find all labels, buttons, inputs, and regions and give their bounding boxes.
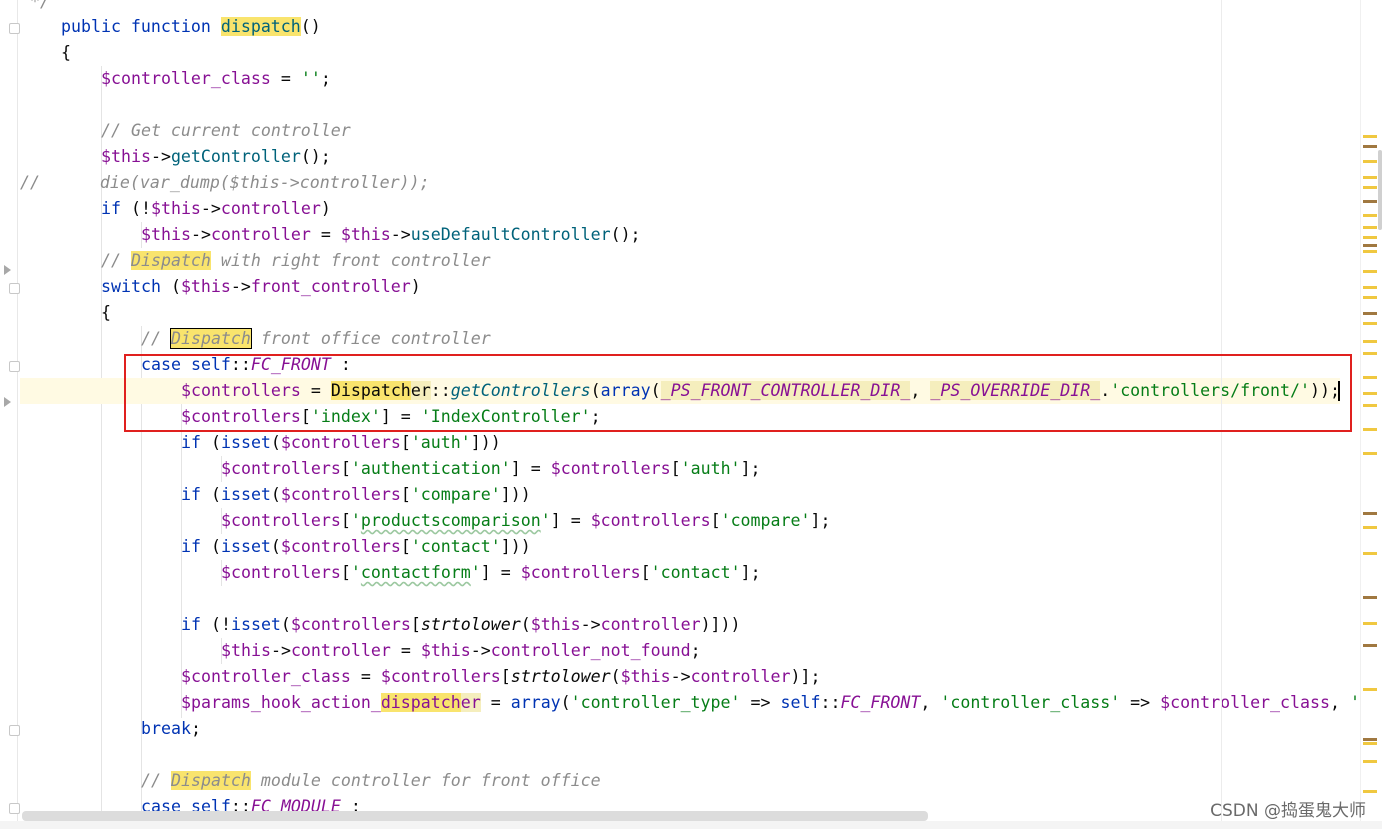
code-line: switch ($this->front_controller)	[101, 277, 421, 296]
bottom-strip	[0, 821, 1382, 829]
scrollbar-marker	[1363, 352, 1377, 355]
code-line: $this->controller = $this->controller_no…	[221, 641, 701, 660]
code-line: {	[101, 303, 111, 322]
scrollbar-marker	[1363, 145, 1377, 148]
scrollbar-marker	[1363, 392, 1377, 395]
vertical-scrollbar-thumb[interactable]	[1378, 150, 1382, 230]
code-line: $controllers['authentication'] = $contro…	[221, 459, 761, 478]
code-line: $this->controller = $this->useDefaultCon…	[141, 225, 641, 244]
code-line: $this->getController();	[101, 147, 331, 166]
scrollbar-marker	[1363, 760, 1377, 763]
scrollbar-marker	[1363, 160, 1377, 163]
search-match: dispatch	[380, 693, 461, 712]
scrollbar-marker	[1363, 214, 1377, 217]
watermark: CSDN @捣蛋鬼大师	[1210, 801, 1366, 821]
code-comment: */	[20, 0, 50, 11]
scrollbar-marker	[1363, 376, 1377, 379]
code-comment: // die(var_dump($this->controller));	[20, 173, 430, 192]
scrollbar-marker	[1363, 244, 1377, 247]
scrollbar-marker	[1363, 790, 1377, 793]
scrollbar-marker	[1363, 404, 1377, 407]
code-line: $controllers['contactform'] = $controlle…	[221, 563, 761, 582]
horizontal-scrollbar[interactable]	[22, 811, 928, 821]
current-search-match: Dispatch	[169, 328, 252, 349]
scrollbar-marker	[1363, 176, 1377, 179]
scrollbar-marker	[1363, 236, 1377, 239]
fold-marker-icon[interactable]	[9, 23, 20, 34]
scrollbar-marker	[1363, 688, 1377, 691]
fold-marker-icon[interactable]	[9, 283, 20, 294]
code-line: if (isset($controllers['auth']))	[181, 433, 501, 452]
code-line: if (isset($controllers['compare']))	[181, 485, 531, 504]
scrollbar-marker	[1363, 452, 1377, 455]
scrollbar-marker	[1363, 312, 1377, 315]
scrollbar-marker	[1363, 596, 1377, 599]
scrollbar-marker	[1363, 322, 1377, 325]
editor-gutter	[0, 0, 18, 829]
scrollbar-marker	[1363, 738, 1377, 741]
scrollbar-marker	[1363, 200, 1377, 203]
code-line: public function dispatch()	[61, 17, 321, 36]
scrollbar-marker	[1363, 512, 1377, 515]
scrollbar-marker	[1363, 644, 1377, 647]
gutter-divider	[17, 0, 18, 829]
fold-marker-icon[interactable]	[9, 725, 20, 736]
code-line: // die(var_dump($this->controller));	[20, 170, 430, 196]
scrollbar-marker	[1363, 526, 1377, 529]
fold-marker-icon[interactable]	[9, 803, 20, 814]
scrollbar-marker	[1363, 226, 1377, 229]
code-line: $controller_class = '';	[101, 69, 331, 88]
scrollbar-marker	[1363, 742, 1377, 745]
code-line: // Dispatch module controller for front …	[141, 771, 601, 790]
scrollbar-marker	[1363, 286, 1377, 289]
gutter-arrow-icon[interactable]	[4, 397, 11, 407]
search-match: dispatch	[220, 17, 301, 36]
code-line: // Get current controller	[101, 118, 351, 144]
scrollbar-marker	[1363, 340, 1377, 343]
code-line: $params_hook_action_dispatcher = array('…	[181, 693, 1360, 712]
annotation-red-box	[124, 354, 1352, 432]
code-comment: // Get current controller	[101, 121, 351, 140]
error-stripe[interactable]	[1360, 0, 1382, 829]
fold-marker-icon[interactable]	[9, 361, 20, 372]
scrollbar-marker	[1363, 428, 1377, 431]
scrollbar-marker	[1363, 296, 1377, 299]
code-line: {	[61, 43, 71, 62]
scrollbar-marker	[1363, 622, 1377, 625]
code-line: if (isset($controllers['contact']))	[181, 537, 531, 556]
code-line: */	[20, 0, 50, 15]
code-line: // Dispatch front office controller	[141, 328, 491, 349]
search-match: Dispatch	[130, 251, 211, 270]
scrollbar-marker	[1363, 270, 1377, 273]
code-line: if (!isset($controllers[strtolower($this…	[181, 615, 741, 634]
code-line: if (!$this->controller)	[101, 199, 331, 218]
scrollbar-marker	[1363, 186, 1377, 189]
scrollbar-marker	[1363, 135, 1377, 138]
search-match: Dispatch	[170, 771, 251, 790]
code-line: break;	[141, 719, 201, 738]
scrollbar-marker	[1363, 552, 1377, 555]
code-line: $controllers['productscomparison'] = $co…	[221, 511, 831, 530]
code-line: $controller_class = $controllers[strtolo…	[181, 667, 821, 686]
gutter-arrow-icon[interactable]	[4, 265, 11, 275]
scrollbar-marker	[1363, 250, 1377, 253]
code-line: // Dispatch with right front controller	[101, 251, 491, 270]
